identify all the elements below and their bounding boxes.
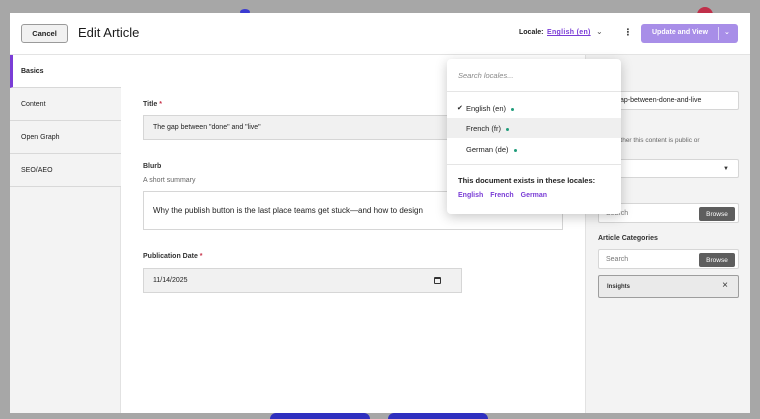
cancel-button[interactable]: Cancel [21, 24, 68, 43]
calendar-icon[interactable] [434, 277, 441, 284]
existing-locales-links: English French German [458, 192, 554, 199]
required-mark: * [159, 101, 162, 108]
chevron-down-icon[interactable]: ⌄ [596, 27, 603, 36]
locale-option-german[interactable]: German (de) [447, 139, 621, 159]
locale-option-label: French (fr) [466, 124, 502, 133]
status-dot-icon [506, 127, 510, 131]
status-dot-icon [511, 107, 515, 111]
locale-search-placeholder: Search locales... [458, 71, 514, 80]
close-icon[interactable]: × [722, 280, 728, 291]
locale-option-label: German (de) [466, 145, 509, 154]
chevron-down-icon[interactable]: ⌄ [724, 28, 730, 36]
locale-switcher[interactable]: English (en) [547, 29, 591, 36]
dropdown-divider [447, 164, 621, 165]
locale-exists-text: This document exists in these locales: [458, 176, 596, 185]
publication-date-input[interactable]: 11/14/2025 [143, 268, 462, 293]
sidebar: Basics Content Open Graph SEO/AEO [10, 55, 121, 413]
locale-option-french[interactable]: French (fr) [447, 118, 621, 138]
title-label: Title * [143, 101, 162, 108]
existing-locale-link-english[interactable]: English [458, 192, 483, 199]
background-button-fragment [270, 413, 370, 419]
existing-locale-link-french[interactable]: French [490, 192, 513, 199]
background-button-fragment [388, 413, 488, 419]
sidebar-item-basics[interactable]: Basics [10, 55, 121, 88]
author-browse-button[interactable]: Browse [699, 207, 735, 221]
blurb-textarea-value: Why the publish button is the last place… [153, 206, 423, 215]
sidebar-item-open-graph[interactable]: Open Graph [10, 121, 121, 154]
required-mark: * [199, 253, 203, 260]
categories-search-input[interactable]: Search Browse [598, 249, 739, 269]
sidebar-item-seo-aeo[interactable]: SEO/AEO [10, 154, 121, 187]
publication-date-value: 11/14/2025 [153, 277, 188, 284]
title-input-value: The gap between "done" and "live" [153, 124, 261, 131]
edit-article-modal: Cancel Edit Article Locale: English (en)… [10, 13, 750, 413]
locale-dropdown: Search locales... ✔ English (en) French … [447, 59, 621, 214]
locale-option-label: English (en) [466, 104, 507, 113]
button-divider [718, 27, 719, 40]
category-chip: Insights × [598, 275, 739, 298]
blurb-label: Blurb [143, 163, 162, 170]
category-chip-label: Insights [607, 283, 631, 290]
more-options-icon[interactable]: ⋮ [623, 27, 633, 39]
publication-date-label: Publication Date * [143, 253, 203, 260]
locale-option-english[interactable]: ✔ English (en) [447, 98, 621, 118]
update-and-view-button[interactable]: Update and View ⌄ [641, 24, 738, 43]
title-input[interactable]: The gap between "done" and "live" [143, 115, 463, 140]
categories-search-placeholder: Search [606, 255, 629, 263]
categories-browse-button[interactable]: Browse [699, 253, 735, 267]
publication-date-label-text: Publication Date [143, 253, 198, 260]
title-label-text: Title [143, 101, 158, 108]
modal-header: Cancel Edit Article Locale: English (en)… [10, 13, 750, 55]
update-and-view-label: Update and View [652, 29, 708, 36]
check-icon: ✔ [457, 105, 463, 112]
article-categories-label: Article Categories [598, 235, 658, 242]
locale-label: Locale: [519, 29, 544, 36]
caret-down-icon: ▼ [723, 166, 729, 172]
locale-search-input[interactable]: Search locales... [447, 59, 621, 92]
status-dot-icon [513, 148, 517, 152]
page-title: Edit Article [78, 25, 140, 40]
sidebar-item-content[interactable]: Content [10, 88, 121, 121]
existing-locale-link-german[interactable]: German [521, 192, 547, 199]
blurb-hint: A short summary [143, 177, 196, 184]
